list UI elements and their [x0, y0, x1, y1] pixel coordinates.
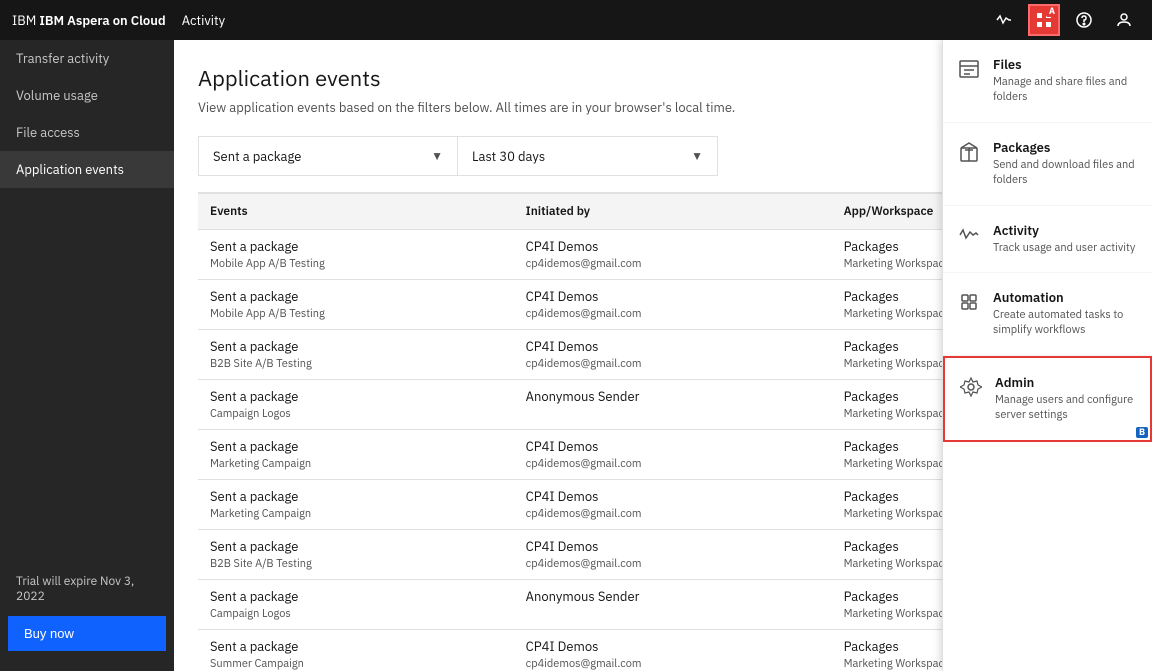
date-range-dropdown[interactable]: Last 30 days ▼ — [458, 136, 718, 176]
buy-now-button[interactable]: Buy now — [8, 616, 166, 651]
topbar-right: A — [988, 4, 1140, 36]
cell-initiated-by: Anonymous Sender — [514, 580, 832, 630]
badge-a: A — [1046, 6, 1058, 17]
app-panel-item-admin[interactable]: Admin Manage users and configure server … — [943, 356, 1152, 442]
cell-event: Sent a package Mobile App A/B Testing — [198, 230, 514, 280]
cell-event: Sent a package B2B Site A/B Testing — [198, 330, 514, 380]
sidebar-item-transfer[interactable]: Transfer activity — [0, 40, 174, 77]
activity-icon — [957, 224, 981, 252]
activity-desc: Track usage and user activity — [993, 241, 1135, 256]
app-panel-item-activity[interactable]: Activity Track usage and user activity — [943, 206, 1152, 273]
badge-b: B — [1136, 427, 1148, 438]
packages-text: Packages Send and download files and fol… — [993, 139, 1138, 189]
files-desc: Manage and share files and folders — [993, 75, 1138, 106]
col-initiated-by: Initiated by — [514, 194, 832, 230]
files-name: Files — [993, 56, 1138, 73]
activity-name: Activity — [993, 222, 1135, 239]
help-icon-btn[interactable] — [1068, 4, 1100, 36]
files-text: Files Manage and share files and folders — [993, 56, 1138, 106]
app-panel-item-packages[interactable]: Packages Send and download files and fol… — [943, 123, 1152, 206]
event-type-label: Sent a package — [213, 148, 301, 165]
automation-desc: Create automated tasks to simplify workf… — [993, 308, 1138, 339]
topbar: IBM IBM Aspera on Cloud Activity A — [0, 0, 1152, 40]
cell-initiated-by: CP4I Demos cp4idemos@gmail.com — [514, 430, 832, 480]
cell-event: Sent a package B2B Site A/B Testing — [198, 530, 514, 580]
admin-desc: Manage users and configure server settin… — [995, 393, 1136, 424]
packages-icon — [957, 141, 981, 169]
cell-initiated-by: CP4I Demos cp4idemos@gmail.com — [514, 530, 832, 580]
event-type-dropdown[interactable]: Sent a package ▼ — [198, 136, 458, 176]
cell-initiated-by: Anonymous Sender — [514, 380, 832, 430]
sidebar-item-volume[interactable]: Volume usage — [0, 77, 174, 114]
activity-text: Activity Track usage and user activity — [993, 222, 1135, 256]
col-events: Events — [198, 194, 514, 230]
app-panel: Files Manage and share files and folders… — [942, 40, 1152, 671]
cell-initiated-by: CP4I Demos cp4idemos@gmail.com — [514, 280, 832, 330]
app-panel-item-files[interactable]: Files Manage and share files and folders — [943, 40, 1152, 123]
brand-label: IBM IBM Aspera on Cloud — [12, 12, 166, 29]
admin-text: Admin Manage users and configure server … — [995, 374, 1136, 424]
packages-desc: Send and download files and folders — [993, 158, 1138, 189]
chevron-down-icon-2: ▼ — [691, 149, 703, 164]
cell-event: Sent a package Campaign Logos — [198, 580, 514, 630]
admin-name: Admin — [995, 374, 1136, 391]
automation-text: Automation Create automated tasks to sim… — [993, 289, 1138, 339]
files-icon — [957, 58, 981, 86]
app-panel-item-automation[interactable]: Automation Create automated tasks to sim… — [943, 273, 1152, 356]
user-icon-btn[interactable] — [1108, 4, 1140, 36]
sidebar-item-appevents[interactable]: Application events — [0, 151, 174, 188]
cell-event: Sent a package Mobile App A/B Testing — [198, 280, 514, 330]
cell-event: Sent a package Summer Campaign — [198, 630, 514, 671]
packages-name: Packages — [993, 139, 1138, 156]
pulse-icon-btn[interactable] — [988, 4, 1020, 36]
cell-initiated-by: CP4I Demos cp4idemos@gmail.com — [514, 630, 832, 671]
sidebar-item-fileaccess[interactable]: File access — [0, 114, 174, 151]
admin-icon — [959, 376, 983, 404]
cell-initiated-by: CP4I Demos cp4idemos@gmail.com — [514, 330, 832, 380]
topbar-left: IBM IBM Aspera on Cloud Activity — [12, 12, 225, 29]
automation-icon — [957, 291, 981, 319]
sidebar: Transfer activity Volume usage File acce… — [0, 40, 174, 671]
section-label: Activity — [182, 12, 225, 29]
cell-event: Sent a package Marketing Campaign — [198, 480, 514, 530]
cell-event: Sent a package Campaign Logos — [198, 380, 514, 430]
date-range-label: Last 30 days — [472, 148, 545, 165]
cell-initiated-by: CP4I Demos cp4idemos@gmail.com — [514, 230, 832, 280]
main-layout: Transfer activity Volume usage File acce… — [0, 40, 1152, 671]
chevron-down-icon: ▼ — [431, 149, 443, 164]
sidebar-footer: Trial will expire Nov 3, 2022 Buy now — [0, 554, 174, 671]
trial-text: Trial will expire Nov 3, 2022 — [0, 566, 174, 612]
cell-initiated-by: CP4I Demos cp4idemos@gmail.com — [514, 480, 832, 530]
automation-name: Automation — [993, 289, 1138, 306]
cell-event: Sent a package Marketing Campaign — [198, 430, 514, 480]
